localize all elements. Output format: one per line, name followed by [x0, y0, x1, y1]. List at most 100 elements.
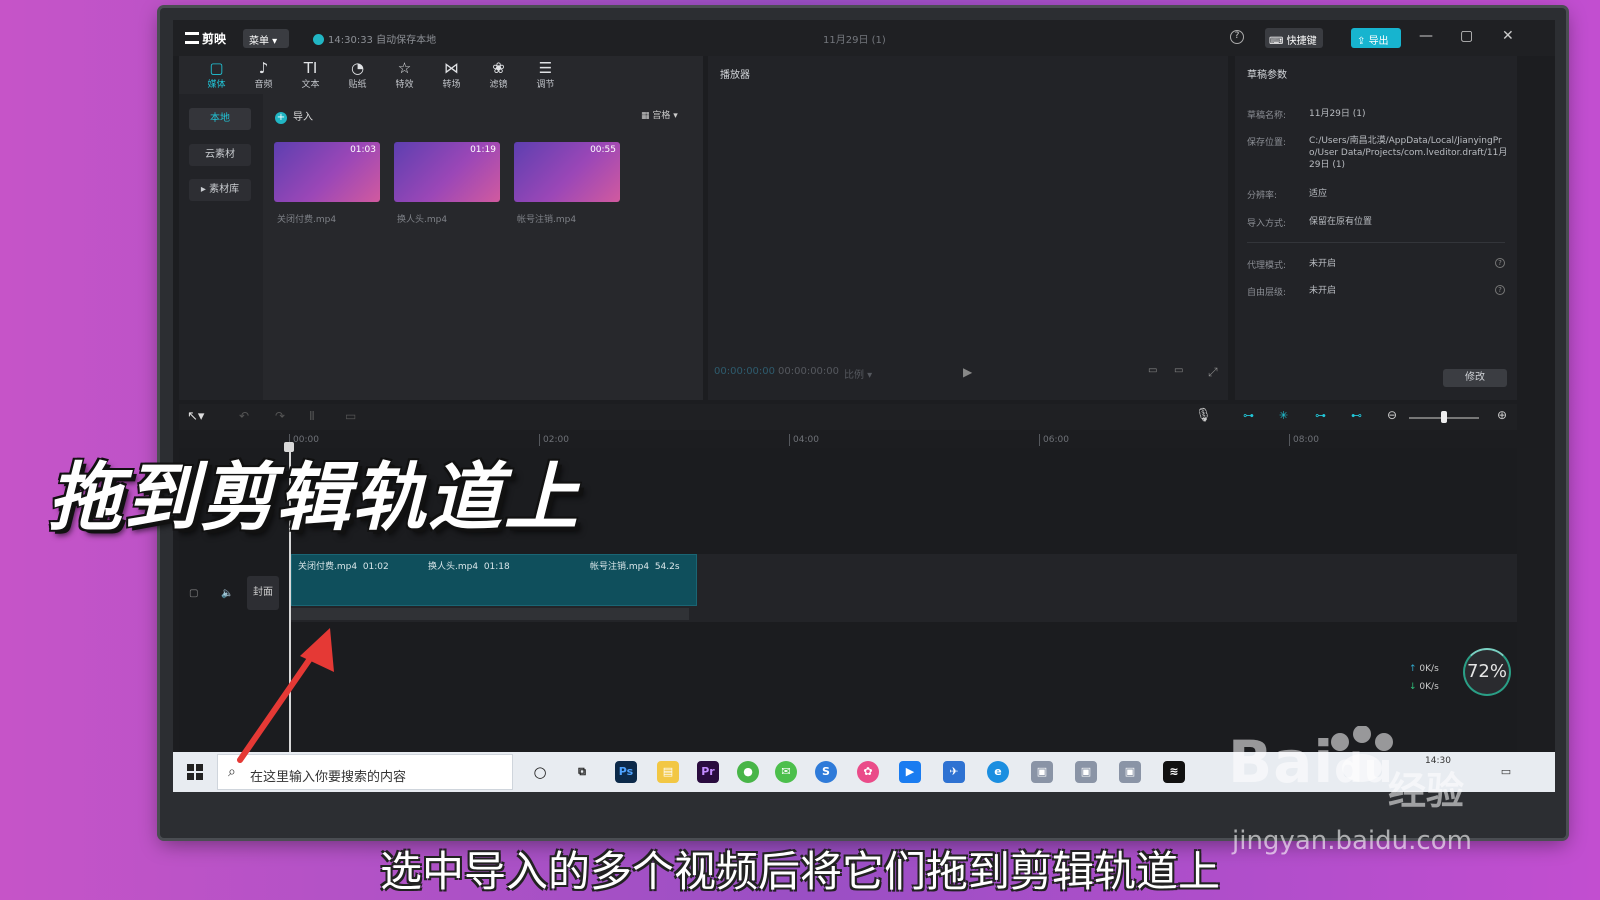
media-thumb[interactable]: 01:03 — [274, 142, 380, 202]
tab-text[interactable]: TI 文本 — [287, 56, 334, 94]
edge-icon[interactable]: e — [987, 761, 1009, 783]
fullscreen-icon[interactable]: ⤢ — [1208, 365, 1218, 380]
task-view-icon[interactable]: ⧉ — [571, 761, 593, 783]
view-toggle[interactable]: ▦ 宫格 ▾ — [641, 108, 678, 121]
linkage-icon[interactable]: ⊶ — [1315, 409, 1326, 422]
export-button[interactable]: ⇪ 导出 — [1351, 28, 1401, 48]
tab-label: 特效 — [395, 80, 414, 90]
zoom-slider-handle[interactable] — [1441, 411, 1447, 423]
shortcut-button[interactable]: ⌨ 快捷键 — [1265, 28, 1323, 48]
tab-effects[interactable]: ☆ 特效 — [381, 56, 428, 94]
app-icon[interactable]: ▣ — [1119, 761, 1141, 783]
media-name: 帐号注销.mp4 — [517, 215, 577, 225]
media-thumb[interactable]: 01:19 — [394, 142, 500, 202]
zoom-out-icon[interactable]: ⊖ — [1387, 408, 1397, 422]
autosave-status: 14:30:33 自动保存本地 — [313, 31, 436, 46]
track-mute-icon[interactable]: 🔈 — [221, 588, 233, 599]
import-label: 导入 — [293, 112, 313, 123]
app-icon[interactable]: ▣ — [1031, 761, 1053, 783]
tab-filter[interactable]: ❀ 滤镜 — [475, 56, 522, 94]
download-icon: ↓ — [1409, 682, 1417, 692]
param-value: 11月29日 (1) — [1309, 109, 1366, 119]
play-icon[interactable]: ▶ — [963, 365, 972, 379]
player-panel: 播放器 00:00:00:00 00:00:00:00 比例 ▾ ▶ ▭ ▭ ⤢ — [708, 56, 1228, 400]
autosave-text: 14:30:33 自动保存本地 — [328, 35, 437, 46]
watermark-jingyan: 经验 — [1388, 769, 1465, 813]
photoshop-icon[interactable]: Ps — [615, 761, 637, 783]
redo-icon[interactable]: ↷ — [275, 409, 285, 423]
side-item-library[interactable]: ▸ 素材库 — [189, 179, 251, 201]
preview-axis-icon[interactable]: ⊷ — [1351, 409, 1362, 422]
app-icon[interactable]: ▶ — [899, 761, 921, 783]
sticker-icon: ◔ — [350, 59, 365, 77]
clip-name: 换人头.mp4 — [428, 562, 479, 572]
tab-label: 转场 — [442, 80, 461, 90]
media-name: 关闭付费.mp4 — [277, 215, 337, 225]
waveform-icon[interactable]: ▭ — [1148, 365, 1157, 376]
upload-speed-value: 0K/s — [1419, 664, 1439, 674]
chrome-icon[interactable]: ● — [737, 761, 759, 783]
tab-media[interactable]: ▢ 媒体 — [193, 56, 240, 94]
microphone-icon[interactable]: 🎙 — [1195, 408, 1212, 423]
tab-transition[interactable]: ⋈ 转场 — [428, 56, 475, 94]
menu-button[interactable]: 菜单 ▾ — [243, 29, 289, 48]
check-icon — [313, 34, 324, 45]
network-speed: ↑ 0K/s ↓ 0K/s — [1409, 660, 1461, 706]
tab-audio[interactable]: ♪ 音频 — [240, 56, 287, 94]
info-icon[interactable]: ? — [1495, 258, 1505, 268]
ratio-select[interactable]: 比例 ▾ — [844, 366, 872, 381]
file-explorer-icon[interactable]: ▤ — [657, 761, 679, 783]
subtitle: 选中导入的多个视频后将它们拖到剪辑轨道上 — [379, 847, 1220, 896]
media-panel: ▢ 媒体 ♪ 音频 TI 文本 ◔ 贴纸 ☆ 特效 ⋈ 转场 ❀ 滤镜 ☰ 调节 本地 云素材 … — [179, 56, 703, 400]
app-logo: 剪映 — [185, 30, 226, 47]
tab-adjust[interactable]: ☰ 调节 — [522, 56, 569, 94]
capcut-taskbar-icon[interactable]: ≋ — [1163, 761, 1185, 783]
tab-sticker[interactable]: ◔ 贴纸 — [334, 56, 381, 94]
link-icon[interactable]: ⊶ — [1243, 409, 1254, 422]
maximize-icon[interactable]: ▢ — [1460, 28, 1473, 44]
media-side-nav: 本地 云素材 ▸ 素材库 — [179, 94, 263, 400]
plus-icon: + — [275, 112, 287, 124]
cover-button[interactable]: 封面 — [247, 576, 279, 610]
split-icon[interactable]: Ⅱ — [309, 409, 315, 423]
help-icon[interactable]: ? — [1230, 30, 1244, 44]
track-lock-icon[interactable]: ▢ — [189, 588, 198, 599]
mail-icon[interactable]: ✈ — [943, 761, 965, 783]
upload-speed: ↑ 0K/s — [1409, 660, 1461, 678]
select-tool-icon[interactable]: ↖▾ — [187, 409, 204, 424]
clip-duration: 01:18 — [483, 562, 510, 572]
cortana-icon[interactable]: ○ — [529, 761, 551, 783]
wechat-icon[interactable]: ✉ — [775, 761, 797, 783]
snap-icon[interactable]: ✳ — [1279, 409, 1288, 422]
modify-button[interactable]: 修改 — [1443, 369, 1507, 387]
premiere-icon[interactable]: Pr — [697, 761, 719, 783]
media-name: 换人头.mp4 — [397, 215, 448, 225]
import-button[interactable]: + 导入 — [275, 108, 313, 124]
clip-label: 换人头.mp4 01:18 — [428, 559, 510, 572]
media-thumb[interactable]: 00:55 — [514, 142, 620, 202]
side-item-local[interactable]: 本地 — [189, 108, 251, 130]
param-value: C:/Users/南昌北漠/AppData/Local/JianyingPro/… — [1309, 136, 1508, 170]
adjust-icon: ☰ — [538, 59, 553, 77]
filter-icon: ❀ — [492, 59, 505, 77]
timeline-clip[interactable]: 关闭付费.mp4 01:02 换人头.mp4 01:18 帐号注销.mp4 54… — [291, 554, 697, 606]
tool-tabs: ▢ 媒体 ♪ 音频 TI 文本 ◔ 贴纸 ☆ 特效 ⋈ 转场 ❀ 滤镜 ☰ 调节 — [179, 56, 703, 94]
zoom-in-icon[interactable]: ⊕ — [1497, 408, 1507, 422]
notification-icon[interactable]: ▭ — [1495, 761, 1517, 783]
app-icon[interactable]: ▣ — [1075, 761, 1097, 783]
delete-icon[interactable]: ▭ — [345, 409, 356, 423]
windows-start-icon[interactable] — [187, 764, 203, 780]
tab-label: 滤镜 — [489, 80, 508, 90]
undo-icon[interactable]: ↶ — [239, 409, 249, 423]
minimize-icon[interactable]: — — [1419, 28, 1433, 44]
sogou-icon[interactable]: S — [815, 761, 837, 783]
original-icon[interactable]: ▭ — [1174, 365, 1183, 376]
clip-duration: 01:02 — [362, 562, 389, 572]
info-icon[interactable]: ? — [1495, 285, 1505, 295]
draft-params-panel: 草稿参数 草稿名称: 11月29日 (1) 保存位置: C:/Users/南昌北… — [1235, 56, 1517, 400]
photos-icon[interactable]: ✿ — [857, 761, 879, 783]
close-icon[interactable]: ✕ — [1502, 28, 1514, 44]
side-item-cloud[interactable]: 云素材 — [189, 144, 251, 166]
ruler-tick: 06:00 — [1039, 434, 1069, 446]
shortcut-label: 快捷键 — [1286, 36, 1317, 47]
